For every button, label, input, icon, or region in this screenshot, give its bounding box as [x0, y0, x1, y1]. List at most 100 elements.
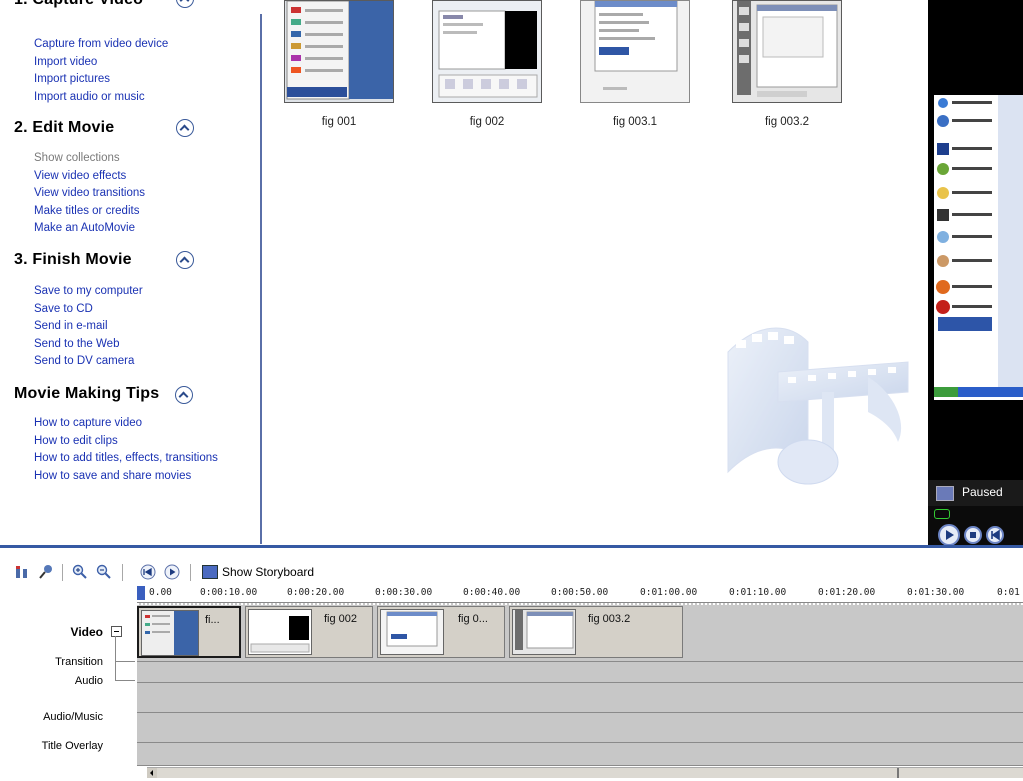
clip-thumbnail[interactable]	[284, 0, 394, 103]
save-to-computer-link[interactable]: Save to my computer	[34, 285, 143, 297]
timeline-clip-name: fig 0...	[458, 613, 488, 625]
collection-clip[interactable]: fig 003.2	[732, 0, 842, 150]
toolbar-separator	[62, 564, 63, 581]
save-to-cd-link[interactable]: Save to CD	[34, 303, 93, 315]
narrate-timeline-icon[interactable]	[38, 564, 54, 580]
section-title: Movie Making Tips	[14, 385, 160, 402]
transition-track-label: Transition	[55, 656, 103, 668]
video-track[interactable]: fi... fig 002 fig 0... fig 003.2	[137, 603, 1023, 662]
clip-caption: fig 003.1	[612, 116, 658, 128]
storyboard-icon	[202, 565, 218, 579]
clip-caption: fig 003.2	[764, 116, 810, 128]
clip-thumbnail[interactable]	[732, 0, 842, 103]
edit-movie-header[interactable]: 2. Edit Movie	[14, 118, 244, 142]
timeline-clip-name: fig 003.2	[588, 613, 631, 625]
capture-video-tasks: Capture from video device Import video I…	[34, 36, 168, 106]
expand-video-track-icon[interactable]	[111, 626, 122, 637]
playhead-marker[interactable]	[137, 586, 145, 600]
send-to-web-link[interactable]: Send to the Web	[34, 338, 119, 350]
capture-video-header[interactable]: 1. Capture Video	[14, 0, 244, 14]
track-tree-line	[115, 661, 135, 662]
movie-tips-header[interactable]: Movie Making Tips	[14, 384, 244, 408]
capture-from-device-link[interactable]: Capture from video device	[34, 38, 168, 50]
collection-view: fig 001 fig 002 fig 003.1 fig 003.2	[262, 0, 928, 545]
timeline-clip-image	[513, 610, 575, 654]
clip-thumbnail[interactable]	[580, 0, 690, 103]
zoom-out-icon[interactable]	[96, 564, 112, 580]
timeline-horizontal-scrollbar[interactable]	[147, 767, 1023, 778]
how-edit-clips-link[interactable]: How to edit clips	[34, 435, 118, 447]
ruler-tick: 0.00	[149, 587, 172, 598]
title-overlay-track[interactable]	[137, 743, 1023, 766]
ruler-tick: 0:01	[997, 587, 1020, 598]
play-timeline-icon[interactable]	[164, 564, 180, 580]
timeline-clip-thumbnail	[248, 609, 312, 655]
ruler-tick: 0:00:30.00	[375, 587, 433, 598]
timeline-clip-name: fi...	[205, 614, 220, 626]
previous-frame-button[interactable]	[986, 526, 1004, 544]
timeline-clip[interactable]: fig 003.2	[509, 606, 683, 658]
ruler-tick: 0:01:30.00	[907, 587, 965, 598]
view-video-transitions-link[interactable]: View video transitions	[34, 187, 145, 199]
collapse-chevron-icon[interactable]	[176, 0, 194, 8]
clip-thumbnail-image	[285, 1, 393, 102]
collection-clip[interactable]: fig 002	[432, 0, 542, 150]
timeline-clip-image	[381, 610, 443, 654]
make-automovie-link[interactable]: Make an AutoMovie	[34, 222, 135, 234]
play-button[interactable]	[938, 524, 960, 545]
collapse-chevron-icon[interactable]	[176, 119, 194, 137]
import-pictures-link[interactable]: Import pictures	[34, 73, 110, 85]
edit-movie-tasks: Show collections View video effects View…	[34, 150, 145, 238]
audio-track[interactable]	[137, 683, 1023, 713]
ruler-tick: 0:01:10.00	[729, 587, 787, 598]
previous-icon	[991, 529, 1000, 541]
playback-status: Paused	[962, 485, 1003, 499]
timeline-toolbar: Show Storyboard	[0, 561, 1023, 585]
clip-caption: fig 002	[469, 116, 505, 128]
collapse-chevron-icon[interactable]	[176, 251, 194, 269]
how-add-titles-link[interactable]: How to add titles, effects, transitions	[34, 452, 218, 464]
track-tree-line	[115, 636, 116, 680]
clip-thumbnail-image	[581, 1, 689, 102]
set-audio-levels-icon[interactable]	[14, 564, 30, 580]
how-save-share-link[interactable]: How to save and share movies	[34, 470, 191, 482]
finish-movie-header[interactable]: 3. Finish Movie	[14, 250, 244, 274]
task-pane: 1. Capture Video Capture from video devi…	[0, 0, 260, 545]
show-collections-link[interactable]: Show collections	[34, 152, 120, 164]
collection-clip[interactable]: fig 001	[284, 0, 394, 150]
transition-track[interactable]	[137, 662, 1023, 683]
video-track-dotted-border	[137, 603, 1023, 605]
timeline-clip[interactable]: fig 0...	[377, 606, 505, 658]
capture-video-section: 1. Capture Video Capture from video devi…	[0, 0, 258, 110]
time-ruler[interactable]: 0.00 0:00:10.00 0:00:20.00 0:00:30.00 0:…	[137, 586, 1023, 603]
view-video-effects-link[interactable]: View video effects	[34, 170, 126, 182]
seek-handle[interactable]	[934, 509, 950, 519]
preview-screen	[934, 95, 1023, 400]
timeline-clip[interactable]: fi...	[137, 606, 241, 658]
import-audio-link[interactable]: Import audio or music	[34, 91, 145, 103]
timeline-splitter[interactable]	[0, 545, 1023, 560]
audio-music-track[interactable]	[137, 713, 1023, 743]
clip-thumbnail[interactable]	[432, 0, 542, 103]
send-email-link[interactable]: Send in e-mail	[34, 320, 108, 332]
rewind-icon[interactable]	[140, 564, 156, 580]
import-video-link[interactable]: Import video	[34, 56, 97, 68]
collapse-chevron-icon[interactable]	[175, 386, 193, 404]
preview-frame-image	[934, 95, 1023, 400]
timeline-clip-image	[142, 611, 198, 655]
edit-movie-section: 2. Edit Movie Show collections View vide…	[0, 118, 258, 243]
zoom-in-icon[interactable]	[72, 564, 88, 580]
ruler-tick: 0:00:50.00	[551, 587, 609, 598]
monitor-icon	[936, 486, 954, 501]
collection-clip[interactable]: fig 003.1	[580, 0, 690, 150]
send-to-dv-camera-link[interactable]: Send to DV camera	[34, 355, 134, 367]
finish-movie-section: 3. Finish Movie Save to my computer Save…	[0, 250, 258, 375]
video-track-label: Video	[70, 625, 103, 639]
show-storyboard-label: Show Storyboard	[222, 565, 315, 579]
timeline-clip[interactable]: fig 002	[245, 606, 373, 658]
timeline-clip-thumbnail	[512, 609, 576, 655]
make-titles-link[interactable]: Make titles or credits	[34, 205, 139, 217]
stop-button[interactable]	[964, 526, 982, 544]
how-capture-video-link[interactable]: How to capture video	[34, 417, 142, 429]
section-title: 3. Finish Movie	[14, 251, 132, 268]
